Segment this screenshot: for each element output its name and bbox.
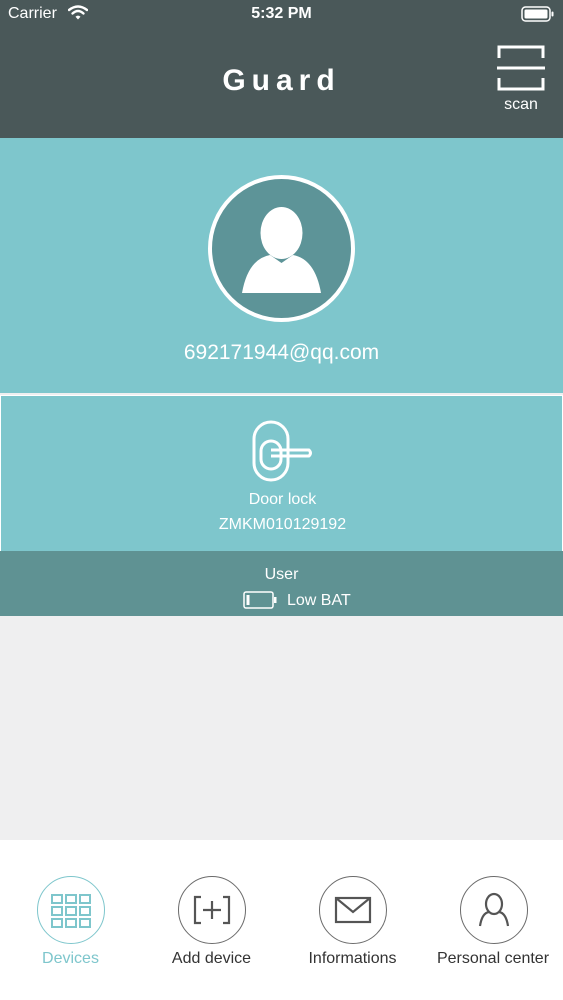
- status-bar: Carrier 5:32 PM: [0, 0, 563, 28]
- scan-button[interactable]: scan: [492, 42, 550, 122]
- tab-informations[interactable]: Informations: [282, 840, 423, 1000]
- door-lock-icon: [249, 420, 315, 487]
- tab-devices-label: Devices: [42, 950, 99, 967]
- bottom-tab-bar: Devices Add device Informations Personal…: [0, 840, 563, 1000]
- battery-status-text: Low BAT: [287, 592, 351, 609]
- envelope-icon: [334, 896, 372, 924]
- tab-informations-label: Informations: [308, 950, 397, 967]
- battery-icon: [521, 6, 555, 27]
- tab-add-device[interactable]: Add device: [141, 840, 282, 1000]
- tab-devices[interactable]: Devices: [0, 840, 141, 1000]
- device-card[interactable]: Door lock ZMKM010129192: [0, 395, 563, 551]
- clock-time: 5:32 PM: [251, 5, 312, 22]
- add-box-icon: [193, 895, 231, 925]
- scan-icon: [497, 45, 545, 91]
- user-role-label: User: [264, 566, 299, 583]
- page-title: Guard: [222, 64, 341, 97]
- profile-section: 692171944@qq.com: [0, 138, 563, 393]
- device-name: Door lock: [248, 491, 317, 508]
- user-avatar-icon: [242, 207, 321, 293]
- tab-personal-center[interactable]: Personal center: [423, 840, 563, 1000]
- tab-icon-circle: [37, 876, 105, 944]
- tab-icon-circle: [460, 876, 528, 944]
- app-header: Guard scan: [0, 28, 563, 138]
- grid-icon: [51, 894, 91, 928]
- low-battery-icon: [243, 591, 277, 614]
- tab-icon-circle: [319, 876, 387, 944]
- avatar[interactable]: [208, 175, 355, 322]
- scan-label: scan: [504, 96, 538, 113]
- device-id: ZMKM010129192: [218, 516, 347, 533]
- tab-personal-center-label: Personal center: [436, 950, 550, 967]
- tab-add-device-label: Add device: [171, 950, 252, 967]
- device-status-bar: User Low BAT: [0, 551, 563, 616]
- account-email: 692171944@qq.com: [183, 341, 380, 364]
- person-icon: [478, 892, 510, 927]
- tab-icon-circle: [178, 876, 246, 944]
